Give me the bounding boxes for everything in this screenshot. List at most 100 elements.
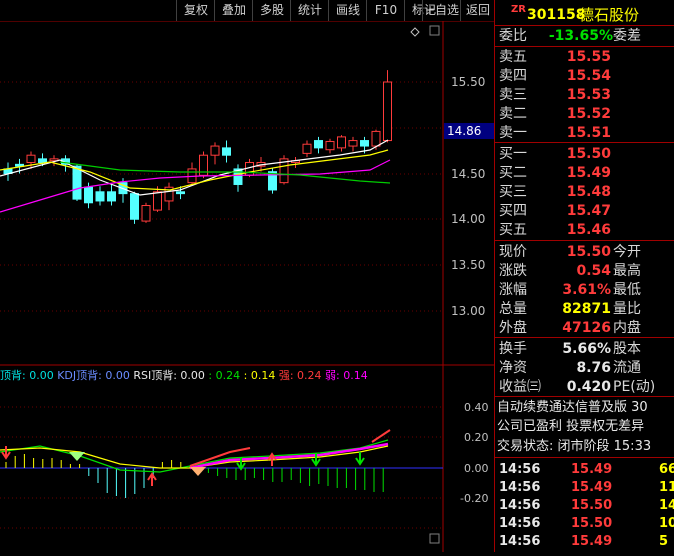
- tick-price: 15.50: [571, 498, 613, 513]
- candle-body: [337, 136, 346, 149]
- indicator-axis-label: 0.00: [464, 462, 489, 475]
- stat-label-right: 量比: [613, 301, 641, 317]
- sell-arrow-icon: [355, 452, 365, 466]
- candle-body: [314, 140, 323, 149]
- tick-price: 15.50: [571, 516, 613, 531]
- fundamental-label-right: 股本: [613, 341, 641, 357]
- tick-row: 14:56 15.49 5: [495, 533, 674, 551]
- ask-price: 15.54: [566, 68, 611, 84]
- quote-stat-row: 外盘 47126 内盘: [495, 319, 674, 337]
- bid-price: 15.50: [566, 146, 611, 162]
- bid-price: 15.46: [566, 222, 611, 238]
- toolbar-item-multi-stock[interactable]: 多股: [252, 0, 291, 21]
- tick-price: 15.49: [571, 480, 613, 495]
- stat-label: 涨幅: [499, 282, 527, 298]
- ask-price: 15.55: [566, 49, 611, 65]
- tick-row: 14:56 15.50 10: [495, 515, 674, 533]
- add-watchlist-label: +自选: [424, 3, 460, 17]
- candle-body: [360, 140, 369, 147]
- stat-value: 15.50: [566, 244, 611, 260]
- tick-volume: 14: [659, 498, 674, 513]
- ask-level-label: 卖五: [499, 49, 527, 65]
- tick-row: 14:56 15.49 11: [495, 479, 674, 497]
- candle-body: [141, 205, 151, 222]
- fundamental-label: 收益㈢: [499, 379, 541, 395]
- tick-time: 14:56: [499, 480, 541, 495]
- candle-body: [153, 191, 162, 211]
- fundamental-label: 净资: [499, 360, 527, 376]
- candle-body: [84, 186, 93, 204]
- notice-auto-renew-text: 自动续费通达信普及版 30: [497, 400, 648, 415]
- toolbar-item-statistics[interactable]: 统计: [290, 0, 329, 21]
- notice-company-text: 公司已盈利 投票权无差异: [497, 419, 645, 434]
- fundamental-row: 收益㈢ 0.420 PE(动): [495, 378, 674, 396]
- stock-code: 301158: [527, 7, 586, 23]
- diamond-signal-icon: [190, 467, 206, 476]
- stat-label-right: 内盘: [613, 320, 641, 336]
- toolbar-item-add-watchlist-visible[interactable]: +自选: [422, 0, 461, 21]
- chart-toolbar: 复权 叠加 多股 统计 画线 F10 标记 +自选 +自选 返回: [0, 0, 494, 21]
- tick-row: 14:56 15.50 14: [495, 497, 674, 515]
- diamond-icon[interactable]: [410, 27, 420, 37]
- indicator-toggle-icon[interactable]: [429, 533, 440, 544]
- price-axis-label: 15.50: [451, 75, 485, 89]
- toolbar-item-draw-line[interactable]: 画线: [328, 0, 367, 21]
- ask-price: 15.52: [566, 106, 611, 122]
- ask-level-row: 卖一 15.51: [495, 124, 674, 142]
- ask-level-label: 卖一: [499, 125, 527, 141]
- candle-body: [107, 191, 116, 202]
- stat-value: 47126: [562, 320, 611, 336]
- stock-header[interactable]: ZR 301158 德石股份: [495, 3, 674, 24]
- indicator-axis-label: -0.20: [460, 492, 488, 505]
- fundamental-label: 换手: [499, 341, 527, 357]
- bid-price: 15.48: [566, 184, 611, 200]
- toolbar-item-f10[interactable]: F10: [366, 0, 405, 21]
- price-axis-label: 13.00: [451, 304, 485, 318]
- bid-level-row: 买三 15.48: [495, 183, 674, 201]
- toolbar-item-restore-rights[interactable]: 复权: [176, 0, 215, 21]
- toolbar-item-overlay[interactable]: 叠加: [214, 0, 253, 21]
- tick-volume: 10: [659, 516, 674, 531]
- stat-label: 涨跌: [499, 263, 527, 279]
- bid-price: 15.49: [566, 165, 611, 181]
- candle-body: [222, 147, 231, 156]
- ask-level-row: 卖三 15.53: [495, 86, 674, 104]
- candle-body: [72, 165, 82, 200]
- tick-time: 14:56: [499, 534, 541, 549]
- order-ratio-row: 委比 -13.65% 委差: [495, 27, 674, 45]
- candle-body: [176, 191, 185, 195]
- indicator-series: [0, 429, 391, 498]
- toolbar-item-back[interactable]: 返回: [460, 0, 495, 21]
- bid-level-label: 买三: [499, 184, 527, 200]
- bid-level-label: 买一: [499, 146, 527, 162]
- candle-body: [383, 81, 392, 142]
- order-ratio-label: 委比: [499, 28, 527, 44]
- kline-chart-area[interactable]: 15.50 14.50 14.00 13.50 13.00 14.86 0.40…: [0, 20, 494, 552]
- current-price-tag: 14.86: [447, 124, 481, 138]
- bid-level-row: 买五 15.46: [495, 221, 674, 239]
- bid-level-label: 买五: [499, 222, 527, 238]
- market-prefix: ZR: [511, 4, 526, 15]
- ask-level-label: 卖二: [499, 106, 527, 122]
- stock-name: 德石股份: [579, 6, 640, 24]
- candle-body: [348, 140, 358, 147]
- candle-body: [302, 143, 312, 154]
- notice-company: 公司已盈利 投票权无差异: [495, 418, 674, 436]
- tick-volume: 5: [659, 534, 669, 549]
- order-diff-label: 委差: [613, 28, 641, 44]
- bid-price: 15.47: [566, 203, 611, 219]
- quote-stat-row: 现价 15.50 今开: [495, 243, 674, 261]
- tick-volume: 11: [659, 480, 674, 495]
- ask-price: 15.51: [566, 125, 611, 141]
- tick-row: 14:56 15.49 66: [495, 461, 674, 479]
- quote-stat-row: 涨跌 0.54 最高: [495, 262, 674, 280]
- bid-level-label: 买二: [499, 165, 527, 181]
- notice-auto-renew[interactable]: 自动续费通达信普及版 30: [495, 399, 674, 417]
- candle-body: [26, 154, 36, 164]
- fundamental-value: 0.420: [566, 379, 611, 395]
- stat-label-right: 最高: [613, 263, 641, 279]
- panel-toggle-icon[interactable]: [429, 25, 440, 36]
- kline-chart-svg[interactable]: 15.50 14.50 14.00 13.50 13.00 14.86 0.40…: [0, 20, 494, 552]
- fundamental-row: 换手 5.66% 股本: [495, 340, 674, 358]
- trading-status-text: 交易状态: 闭市阶段 15:33: [497, 439, 652, 454]
